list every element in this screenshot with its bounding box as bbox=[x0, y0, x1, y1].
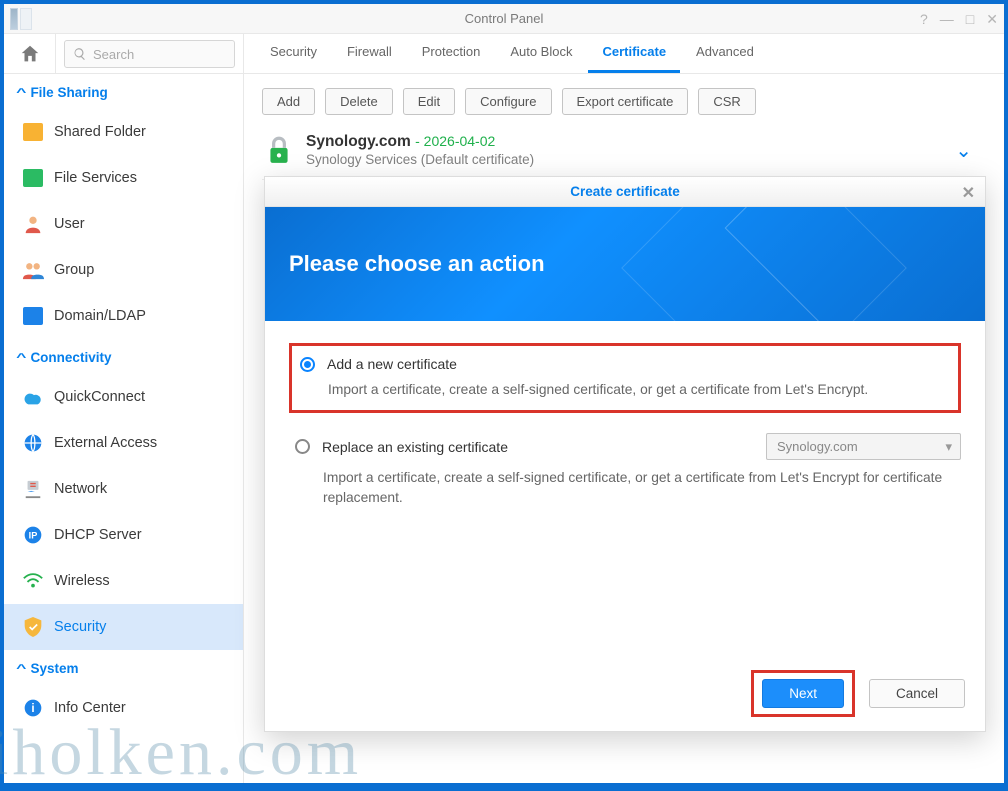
sidebar-item-label: Security bbox=[54, 619, 106, 635]
option-replace[interactable]: Replace an existing certificate Synology… bbox=[289, 423, 961, 518]
add-button[interactable]: Add bbox=[262, 88, 315, 115]
tab-bar: Security Firewall Protection Auto Block … bbox=[244, 34, 1004, 73]
option-desc: Import a certificate, create a self-sign… bbox=[328, 380, 950, 400]
tab-certificate[interactable]: Certificate bbox=[588, 34, 680, 73]
cert-name: Synology.com bbox=[306, 133, 411, 150]
sidebar-item-domain[interactable]: Domain/LDAP bbox=[4, 293, 243, 339]
sidebar-item-external-access[interactable]: External Access bbox=[4, 420, 243, 466]
radio-add-new[interactable] bbox=[300, 357, 315, 372]
sidebar-item-label: User bbox=[54, 216, 85, 232]
dialog-title-label: Create certificate bbox=[570, 184, 680, 199]
sidebar-item-dhcp[interactable]: IP DHCP Server bbox=[4, 512, 243, 558]
sidebar-item-file-services[interactable]: File Services bbox=[4, 155, 243, 201]
app-icon bbox=[10, 8, 34, 30]
sidebar-item-user[interactable]: User bbox=[4, 201, 243, 247]
minimize-icon[interactable]: ― bbox=[940, 11, 954, 27]
close-icon[interactable]: ✕ bbox=[962, 183, 975, 203]
chevron-down-icon[interactable]: ⌄ bbox=[955, 138, 972, 163]
network-icon bbox=[22, 478, 44, 500]
home-icon bbox=[19, 43, 41, 65]
dialog-title: Create certificate ✕ bbox=[265, 177, 985, 207]
folder-icon bbox=[22, 121, 44, 143]
home-button[interactable] bbox=[4, 34, 56, 73]
svg-text:IP: IP bbox=[29, 530, 38, 540]
dhcp-icon: IP bbox=[22, 524, 44, 546]
dialog-heading-label: Please choose an action bbox=[289, 251, 545, 277]
sidebar: File Sharing Shared Folder File Services… bbox=[4, 74, 244, 783]
group-icon bbox=[22, 259, 44, 281]
tab-protection[interactable]: Protection bbox=[408, 34, 495, 73]
tab-security[interactable]: Security bbox=[256, 34, 331, 73]
domain-icon bbox=[22, 305, 44, 327]
info-icon: i bbox=[22, 697, 44, 719]
close-window-icon[interactable]: ✕ bbox=[986, 11, 998, 28]
shield-icon bbox=[22, 616, 44, 638]
wifi-icon bbox=[22, 570, 44, 592]
user-icon bbox=[22, 213, 44, 235]
tab-autoblock[interactable]: Auto Block bbox=[496, 34, 586, 73]
sidebar-item-group[interactable]: Group bbox=[4, 247, 243, 293]
sidebar-item-label: External Access bbox=[54, 435, 157, 451]
sidebar-item-label: DHCP Server bbox=[54, 527, 142, 543]
dialog-heading: Please choose an action bbox=[265, 207, 985, 321]
configure-button[interactable]: Configure bbox=[465, 88, 551, 115]
sidebar-item-security[interactable]: Security bbox=[4, 604, 243, 650]
sidebar-item-shared-folder[interactable]: Shared Folder bbox=[4, 109, 243, 155]
sidebar-item-label: Shared Folder bbox=[54, 124, 146, 140]
sidebar-item-label: File Services bbox=[54, 170, 137, 186]
sidebar-item-network[interactable]: Network bbox=[4, 466, 243, 512]
lock-icon bbox=[266, 135, 292, 165]
maximize-icon[interactable]: □ bbox=[966, 11, 974, 27]
cloud-icon bbox=[22, 386, 44, 408]
radio-replace[interactable] bbox=[295, 439, 310, 454]
window-title: Control Panel bbox=[465, 11, 544, 26]
globe-icon bbox=[22, 432, 44, 454]
cert-expiry: 2026-04-02 bbox=[424, 133, 496, 149]
cancel-button[interactable]: Cancel bbox=[869, 679, 965, 708]
sidebar-item-label: Group bbox=[54, 262, 94, 278]
window-titlebar: Control Panel ? ― □ ✕ bbox=[4, 4, 1004, 34]
sidebar-item-wireless[interactable]: Wireless bbox=[4, 558, 243, 604]
certificate-row[interactable]: Synology.com - 2026-04-02 Synology Servi… bbox=[262, 127, 986, 180]
sidebar-section-system[interactable]: System bbox=[4, 650, 243, 685]
sidebar-section-filesharing[interactable]: File Sharing bbox=[4, 74, 243, 109]
export-button[interactable]: Export certificate bbox=[562, 88, 689, 115]
option-add-new[interactable]: Add a new certificate Import a certifica… bbox=[289, 343, 961, 413]
sidebar-item-quickconnect[interactable]: QuickConnect bbox=[4, 374, 243, 420]
option-label: Add a new certificate bbox=[327, 356, 457, 372]
sidebar-item-label: Network bbox=[54, 481, 107, 497]
option-label: Replace an existing certificate bbox=[322, 439, 508, 455]
search-placeholder: Search bbox=[93, 47, 134, 62]
sidebar-section-connectivity[interactable]: Connectivity bbox=[4, 339, 243, 374]
delete-button[interactable]: Delete bbox=[325, 88, 393, 115]
csr-button[interactable]: CSR bbox=[698, 88, 755, 115]
sidebar-item-label: Info Center bbox=[54, 700, 126, 716]
tab-advanced[interactable]: Advanced bbox=[682, 34, 768, 73]
create-certificate-dialog: Create certificate ✕ Please choose an ac… bbox=[264, 176, 986, 732]
sidebar-item-label: QuickConnect bbox=[54, 389, 145, 405]
sidebar-item-label: Domain/LDAP bbox=[54, 308, 146, 324]
tab-firewall[interactable]: Firewall bbox=[333, 34, 406, 73]
cert-desc: Synology Services (Default certificate) bbox=[306, 152, 982, 167]
sidebar-item-label: Wireless bbox=[54, 573, 110, 589]
file-services-icon bbox=[22, 167, 44, 189]
sidebar-item-info-center[interactable]: i Info Center bbox=[4, 685, 243, 731]
search-input[interactable]: Search bbox=[64, 40, 235, 68]
search-icon bbox=[73, 47, 87, 61]
replace-cert-select[interactable]: Synology.com bbox=[766, 433, 961, 460]
edit-button[interactable]: Edit bbox=[403, 88, 455, 115]
help-icon[interactable]: ? bbox=[920, 11, 928, 27]
next-button[interactable]: Next bbox=[762, 679, 844, 708]
svg-text:i: i bbox=[31, 702, 34, 715]
option-desc: Import a certificate, create a self-sign… bbox=[323, 468, 961, 508]
